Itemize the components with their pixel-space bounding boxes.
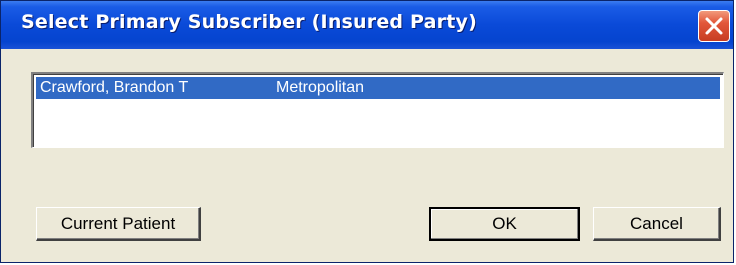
dialog-title: Select Primary Subscriber (Insured Party…	[21, 11, 478, 33]
list-item[interactable]: Crawford, Brandon T Metropolitan	[36, 77, 720, 99]
close-icon	[705, 17, 723, 35]
title-bar[interactable]: Select Primary Subscriber (Insured Party…	[1, 1, 733, 49]
close-button[interactable]	[698, 10, 730, 42]
ok-button[interactable]: OK	[429, 207, 580, 241]
subscriber-name: Crawford, Brandon T	[40, 79, 189, 96]
select-subscriber-dialog: Select Primary Subscriber (Insured Party…	[0, 0, 734, 263]
subscriber-carrier: Metropolitan	[276, 79, 365, 96]
cancel-button[interactable]: Cancel	[593, 207, 721, 241]
subscriber-listbox[interactable]: Crawford, Brandon T Metropolitan	[31, 72, 724, 148]
current-patient-button[interactable]: Current Patient	[36, 207, 201, 241]
